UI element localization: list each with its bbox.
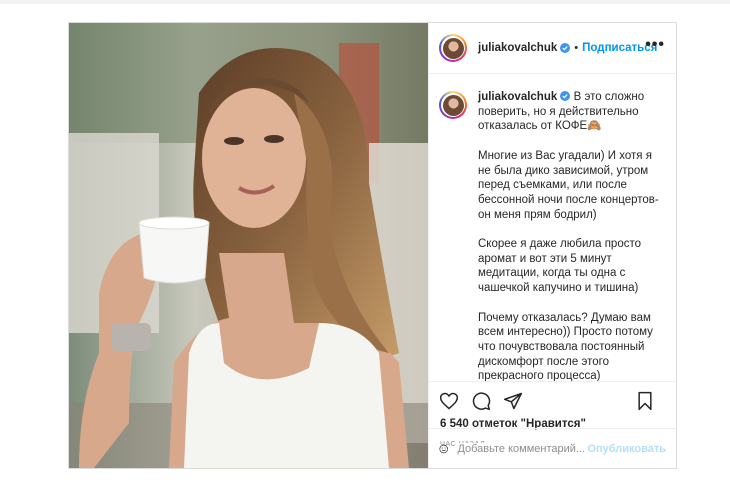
caption-avatar[interactable] [439, 91, 467, 119]
post-header: juliakovalchuk • Подписаться ••• [429, 23, 676, 74]
photo-illustration [69, 23, 428, 468]
caption-username[interactable]: juliakovalchuk [478, 91, 557, 103]
comment-input[interactable] [457, 442, 586, 455]
comment-icon[interactable] [471, 391, 491, 411]
action-bar [429, 382, 676, 420]
emoji-icon[interactable] [439, 439, 448, 459]
author-username[interactable]: juliakovalchuk [478, 42, 557, 54]
header-separator: • [574, 42, 579, 54]
comment-box: Опубликовать [429, 428, 676, 468]
more-options-icon[interactable]: ••• [645, 37, 665, 53]
post-modal: juliakovalchuk • Подписаться ••• juliako… [68, 22, 677, 469]
author-avatar[interactable] [439, 34, 467, 62]
share-icon[interactable] [503, 391, 523, 411]
verified-badge-icon [560, 43, 571, 53]
caption-text: juliakovalchuk В это сложно поверить, но… [478, 90, 666, 381]
caption-section: juliakovalchuk В это сложно поверить, но… [429, 74, 676, 381]
heart-icon[interactable] [439, 391, 459, 411]
post-photo[interactable] [69, 23, 428, 468]
bookmark-icon[interactable] [636, 391, 654, 411]
caption-paragraph-2: Многие из Вас угадали) И хотя я не была … [478, 149, 659, 221]
post-sidebar: juliakovalchuk • Подписаться ••• juliako… [428, 23, 676, 468]
caption-paragraph: juliakovalchuk В это сложно поверить, но… [478, 90, 666, 134]
browser-top-strip [0, 0, 730, 4]
caption-paragraph-4: Почему отказалась? Думаю вам всем интере… [478, 311, 653, 382]
verified-badge-icon [560, 91, 571, 101]
caption-paragraph-3: Скорее я даже любила просто аромат и вот… [478, 238, 642, 295]
publish-button[interactable]: Опубликовать [587, 443, 666, 455]
